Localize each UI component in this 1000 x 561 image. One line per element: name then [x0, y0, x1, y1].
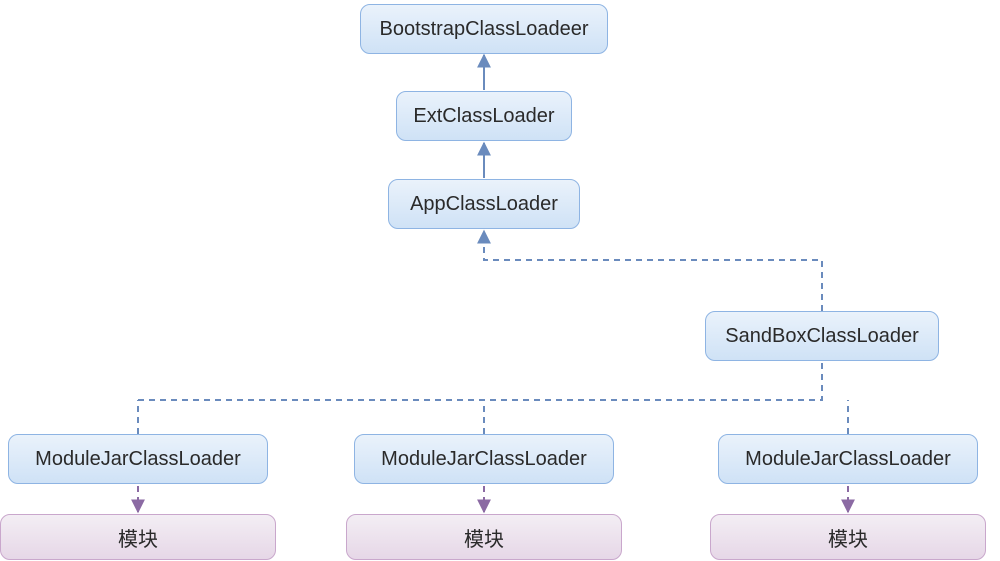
- node-module-1: 模块: [0, 514, 276, 560]
- node-modulejar-2: ModuleJarClassLoader: [354, 434, 614, 484]
- node-bootstrap: BootstrapClassLoadeer: [360, 4, 608, 54]
- node-label: ModuleJarClassLoader: [745, 448, 951, 471]
- node-modulejar-3: ModuleJarClassLoader: [718, 434, 978, 484]
- node-sandbox: SandBoxClassLoader: [705, 311, 939, 361]
- node-module-2: 模块: [346, 514, 622, 560]
- node-modulejar-1: ModuleJarClassLoader: [8, 434, 268, 484]
- node-app: AppClassLoader: [388, 179, 580, 229]
- node-label: 模块: [118, 523, 158, 552]
- edge-sandbox-app: [484, 231, 822, 311]
- node-label: BootstrapClassLoadeer: [379, 18, 588, 41]
- edge-bus-from-sandbox: [138, 363, 822, 400]
- node-label: AppClassLoader: [410, 193, 558, 216]
- node-module-3: 模块: [710, 514, 986, 560]
- node-ext: ExtClassLoader: [396, 91, 572, 141]
- diagram-canvas: BootstrapClassLoadeer ExtClassLoader App…: [0, 0, 1000, 561]
- node-label: ModuleJarClassLoader: [35, 448, 241, 471]
- node-label: SandBoxClassLoader: [725, 325, 918, 348]
- node-label: ModuleJarClassLoader: [381, 448, 587, 471]
- node-label: 模块: [464, 523, 504, 552]
- node-label: ExtClassLoader: [413, 105, 554, 128]
- node-label: 模块: [828, 523, 868, 552]
